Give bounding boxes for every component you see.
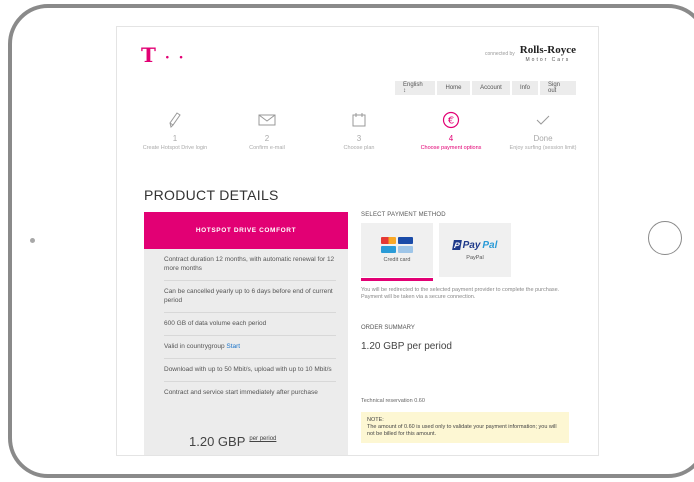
partner-name: Rolls-Royce <box>519 44 576 56</box>
product-feature: Contract duration 12 months, with automa… <box>164 249 336 281</box>
step-number: 1 <box>172 134 178 143</box>
paypal-p-mark: P <box>451 240 462 250</box>
step-number: 4 <box>448 134 454 143</box>
logo-mark: T <box>141 43 157 67</box>
feature-text: Valid in countrygroup <box>164 343 227 350</box>
step-number: 3 <box>356 134 362 143</box>
envelope-icon <box>221 109 313 131</box>
country-group-link[interactable]: Start <box>226 343 240 350</box>
step-label: Enjoy surfing (session limit) <box>509 145 577 151</box>
payment-methods: Credit card P Pay Pal PayPal <box>361 223 573 281</box>
top-navigation: English ↕ Home Account Info Sign out <box>395 81 576 95</box>
step-label: Create Hotspot Drive login <box>142 145 208 151</box>
check-icon <box>497 109 589 131</box>
product-feature-country: Valid in countrygroup Start <box>164 336 336 359</box>
order-summary-price: 1.20 GBP per period <box>361 341 452 352</box>
product-name: HOTSPOT DRIVE COMFORT <box>144 212 348 249</box>
nav-account[interactable]: Account <box>472 81 510 95</box>
product-feature: Download with up to 50 Mbit/s, upload wi… <box>164 359 336 382</box>
step-choose-plan: 3 Choose plan <box>313 109 405 152</box>
payment-option-label: Credit card <box>383 257 411 263</box>
redirect-info: You will be redirected to the selected p… <box>361 287 560 300</box>
product-price: 1.20 GBP per period <box>189 434 276 449</box>
tablet-home-button[interactable] <box>648 221 682 255</box>
rolls-royce-logo: Rolls-Royce Motor Cars <box>519 44 576 64</box>
step-choose-payment: € 4 Choose payment options <box>405 109 497 152</box>
partner-subtitle: Motor Cars <box>525 57 571 63</box>
partner-branding: connected by Rolls-Royce Motor Cars <box>485 44 576 64</box>
nav-info[interactable]: Info <box>512 81 538 95</box>
nav-sign-out[interactable]: Sign out <box>540 81 576 95</box>
nav-home[interactable]: Home <box>437 81 470 95</box>
pencil-icon <box>129 109 221 131</box>
price-unit: per period <box>249 436 277 442</box>
payment-option-paypal[interactable]: P Pay Pal PayPal <box>439 223 511 277</box>
step-label: Choose payment options <box>420 145 482 151</box>
svg-text:€: € <box>448 116 454 127</box>
payment-section-title: SELECT PAYMENT METHOD <box>361 212 446 218</box>
euro-icon: € <box>405 109 497 131</box>
reservation-note: NOTE: The amount of 0.60 is used only to… <box>361 412 569 443</box>
product-panel: HOTSPOT DRIVE COMFORT Contract duration … <box>144 212 348 455</box>
tablet-camera <box>30 238 35 243</box>
price-amount: 1.20 GBP <box>189 434 246 449</box>
page-title: PRODUCT DETAILS <box>144 187 279 203</box>
payment-panel: SELECT PAYMENT METHOD Credit card P Pay Pa… <box>361 212 573 443</box>
logo-dots: · · <box>164 50 186 66</box>
step-number: Done <box>533 134 553 143</box>
partner-prefix: connected by <box>485 51 515 57</box>
step-label: Confirm e-mail <box>249 145 285 151</box>
step-confirm-email: 2 Confirm e-mail <box>221 109 313 152</box>
progress-steps: 1 Create Hotspot Drive login 2 Confirm e… <box>129 109 589 152</box>
calendar-icon <box>313 109 405 131</box>
payment-option-credit-card[interactable]: Credit card <box>361 223 433 281</box>
web-page: T · · connected by Rolls-Royce Motor Car… <box>116 26 599 456</box>
telekom-logo[interactable]: T · · <box>141 43 185 67</box>
credit-cards-icon <box>380 237 414 253</box>
step-done: Done Enjoy surfing (session limit) <box>497 109 589 152</box>
step-label: Choose plan <box>343 145 375 151</box>
order-summary-title: ORDER SUMMARY <box>361 325 415 331</box>
language-select[interactable]: English ↕ <box>395 81 435 95</box>
product-feature: Can be cancelled yearly up to 6 days bef… <box>164 281 336 313</box>
paypal-icon: P Pay Pal <box>451 239 498 251</box>
payment-option-label: PayPal <box>466 254 484 261</box>
product-feature: Contract and service start immediately a… <box>164 389 318 396</box>
step-number: 2 <box>264 134 270 143</box>
product-feature: 600 GB of data volume each period <box>164 313 336 336</box>
step-create-login: 1 Create Hotspot Drive login <box>129 109 221 152</box>
paypal-pay: Pay <box>462 239 481 251</box>
technical-reservation: Technical reservation 0.60 <box>361 398 425 404</box>
paypal-pal: Pal <box>482 239 498 251</box>
